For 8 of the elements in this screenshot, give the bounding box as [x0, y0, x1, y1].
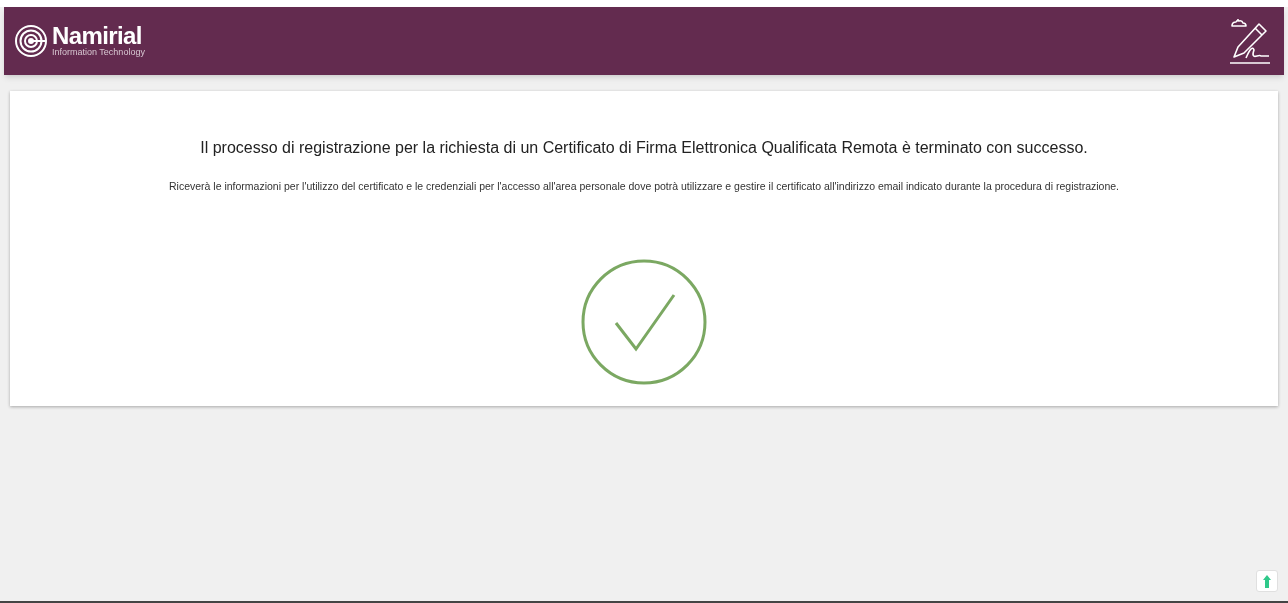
success-title: Il processo di registrazione per la richiesta di un Certificato di Firma Elettronica Qualificata Remota è terminato con successo.: [200, 138, 1088, 158]
logo-tagline: Information Technology: [52, 47, 145, 57]
logo-icon: [14, 24, 48, 58]
checkmark-circle-icon: [581, 258, 707, 385]
scroll-top-button[interactable]: [1256, 570, 1278, 592]
success-description: Riceverà le informazioni per l'utilizzo del certificato e le credenziali per l'accesso all'area personale dove potrà utilizzare e gestire il certificato all'indirizzo email indicato durante la procedura di registrazione.: [169, 179, 1119, 194]
arrow-up-icon: [1263, 574, 1271, 588]
logo-name: Namirial: [52, 25, 142, 47]
